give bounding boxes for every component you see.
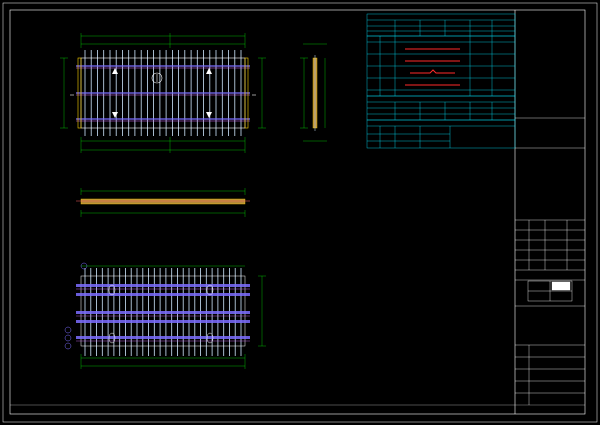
section-slab-body [80, 198, 246, 205]
lifting-point-icon [206, 112, 212, 118]
bottom-main-band-4 [76, 320, 250, 323]
plan-view [60, 33, 266, 153]
title-block [515, 117, 585, 405]
middle-section-view [76, 188, 250, 217]
lifting-point-icon [112, 112, 118, 118]
rebar-callout-icon [64, 326, 72, 334]
rebar-table-1 [366, 13, 516, 37]
bottom-main-band-5 [76, 336, 250, 339]
lifting-point-icon [112, 68, 118, 74]
rebar-schedule-tables [366, 13, 516, 149]
rebar-shape [410, 69, 455, 74]
bottom-main-band-1 [76, 284, 250, 287]
bottom-rebar-view [64, 262, 266, 369]
side-section-view [300, 43, 327, 142]
lifting-point-icon [206, 68, 212, 74]
bottom-main-band-3 [76, 311, 250, 314]
bottom-main-band-2 [76, 293, 250, 296]
rebar-callout-icon [64, 334, 72, 342]
key-plan-highlight [551, 281, 571, 291]
cad-drawing [0, 0, 600, 425]
rebar-callout-icon [64, 342, 72, 350]
